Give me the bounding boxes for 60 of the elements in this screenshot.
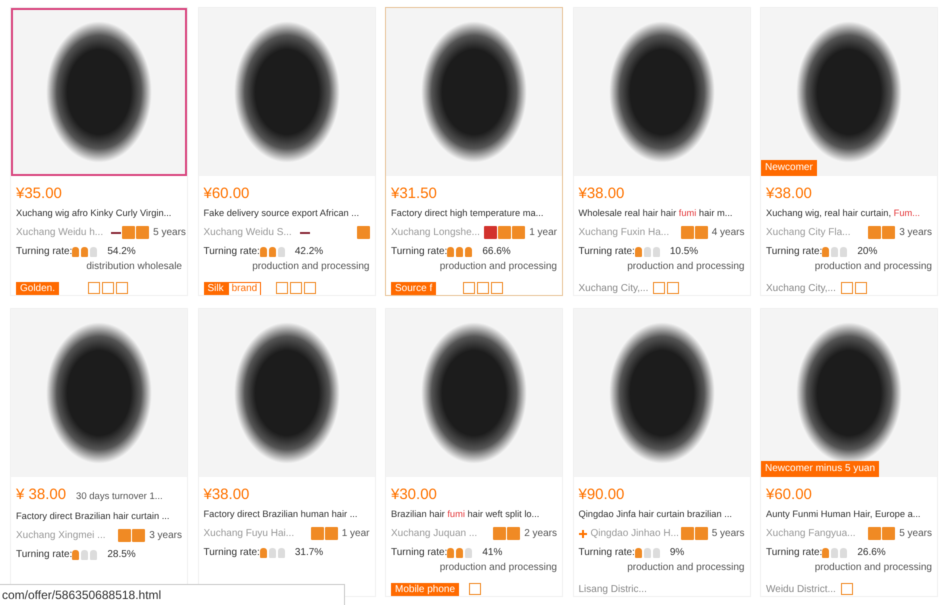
location-text: Xuchang City,... [578,282,648,295]
rate-label: Turning rate: [578,245,635,259]
price: ¥31.50 [391,185,437,202]
rate-value: 31.7% [294,546,324,560]
price: ¥35.00 [16,185,62,202]
price: ¥ 38.00 [16,486,66,503]
rate-label: Turning rate: [578,546,635,560]
location-text: Xuchang City,... [766,282,836,295]
promo-tag: Newcomer minus 5 yuan [761,461,880,477]
rate-label: Turning rate: [16,245,72,259]
price: ¥60.00 [766,486,812,503]
member-tag: Silk [204,282,228,295]
years-text: 5 years [153,226,186,240]
price: ¥38.00 [766,185,812,202]
years-text: 5 years [899,527,932,541]
price: ¥38.00 [578,185,624,202]
rate-value: 66.6% [482,245,511,259]
member-tag: Source f [391,282,436,295]
business-type: production and processing [438,562,557,574]
years-text: 1 year [529,226,557,240]
rate-label: Turning rate: [16,548,72,562]
years-text: 5 years [712,527,744,541]
years-text: 4 years [712,226,744,240]
member-tag: Golden. [16,282,60,295]
rate-label: Turning rate: [391,245,448,259]
rate-label: Turning rate: [391,546,448,560]
years-text: 1 year [342,527,370,541]
price: ¥90.00 [578,486,624,503]
member-tag: Mobile phone [391,582,460,596]
rate-value: 54.2% [107,245,136,259]
member-tag: brand [228,282,262,295]
business-type: production and processing [814,562,932,574]
years-text: 3 years [899,226,932,240]
rate-value: 9% [670,546,684,560]
location-text: Lisang Distric... [578,582,647,596]
business-type: production and processing [438,261,557,273]
rate-value: 28.5% [107,548,136,562]
rate-value: 20% [857,245,878,259]
rate-value: 42.2% [294,245,324,259]
price: ¥60.00 [204,185,250,202]
price: ¥38.00 [204,486,250,503]
rate-label: Turning rate: [766,245,822,259]
business-type: production and processing [626,261,744,273]
rate-value: 26.6% [857,546,886,560]
rate-value: 10.5% [670,245,698,259]
business-type: production and processing [814,261,932,273]
years-text: 3 years [149,529,182,543]
business-type: production and processing [251,261,370,273]
rate-label: Turning rate: [204,245,260,259]
rate-label: Turning rate: [766,546,822,560]
location-text: Weidu District... [766,582,836,596]
business-type: distribution wholesale [85,261,182,273]
rate-label: Turning rate: [204,546,260,560]
years-text: 2 years [524,527,557,541]
rate-value: 41% [482,546,502,560]
promo-tag: Newcomer [761,160,817,176]
turnover-text: 30 days turnover 1... [76,491,163,502]
business-type: production and processing [626,562,744,574]
price: ¥30.00 [391,486,437,503]
status-url-tooltip: com/offer/586350688518.html [0,584,345,605]
